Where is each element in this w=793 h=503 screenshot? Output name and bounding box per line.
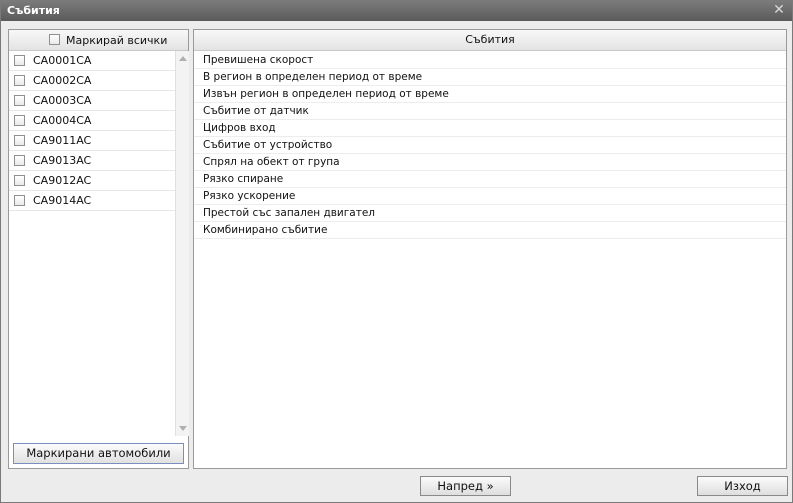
vehicle-label: CA9011AC xyxy=(33,134,92,147)
vehicle-checkbox[interactable] xyxy=(14,55,25,66)
vehicle-label: CA0002CA xyxy=(33,74,92,87)
event-item[interactable]: В регион в определен период от време xyxy=(194,69,786,86)
events-dialog: Събития ✕ Маркирай всички CA0001CA CA000… xyxy=(0,0,793,503)
vehicle-list-header: Маркирай всички xyxy=(9,30,188,51)
event-item[interactable]: Събитие от датчик xyxy=(194,103,786,120)
vehicle-label: CA9012AC xyxy=(33,174,92,187)
vehicle-item[interactable]: CA9014AC xyxy=(9,191,175,211)
exit-button[interactable]: Изход xyxy=(697,476,788,496)
vehicle-list: CA0001CA CA0002CA CA0003CA CA0004CA CA90… xyxy=(9,51,175,211)
vehicle-label: CA0003CA xyxy=(33,94,92,107)
vehicle-checkbox[interactable] xyxy=(14,135,25,146)
event-item[interactable]: Рязко ускорение xyxy=(194,188,786,205)
vehicle-checkbox[interactable] xyxy=(14,175,25,186)
vehicle-list-scrollbar[interactable] xyxy=(175,51,189,436)
vehicle-label: CA9013AC xyxy=(33,154,92,167)
select-all-checkbox[interactable] xyxy=(49,34,60,45)
event-item[interactable]: Извън регион в определен период от време xyxy=(194,86,786,103)
event-item[interactable]: Престой със запален двигател xyxy=(194,205,786,222)
next-button[interactable]: Напред » xyxy=(420,476,511,496)
vehicle-checkbox[interactable] xyxy=(14,195,25,206)
vehicle-item[interactable]: CA0004CA xyxy=(9,111,175,131)
event-item[interactable]: Превишена скорост xyxy=(194,52,786,69)
events-panel: Събития Превишена скорост В регион в опр… xyxy=(193,29,787,469)
scroll-up-icon[interactable] xyxy=(179,56,187,61)
event-item[interactable]: Комбинирано събитие xyxy=(194,222,786,239)
vehicle-item[interactable]: CA9012AC xyxy=(9,171,175,191)
marked-vehicles-button[interactable]: Маркирани автомобили xyxy=(13,443,184,464)
vehicle-item[interactable]: CA0002CA xyxy=(9,71,175,91)
vehicle-label: CA0004CA xyxy=(33,114,92,127)
close-icon[interactable]: ✕ xyxy=(772,2,786,18)
vehicle-item[interactable]: CA0003CA xyxy=(9,91,175,111)
event-item[interactable]: Рязко спиране xyxy=(194,171,786,188)
event-list: Превишена скорост В регион в определен п… xyxy=(194,52,786,239)
select-all-label[interactable]: Маркирай всички xyxy=(66,34,167,47)
vehicle-label: CA0001CA xyxy=(33,54,92,67)
vehicle-item[interactable]: CA9011AC xyxy=(9,131,175,151)
title-bar: Събития ✕ xyxy=(1,1,792,21)
vehicle-checkbox[interactable] xyxy=(14,155,25,166)
vehicle-item[interactable]: CA9013AC xyxy=(9,151,175,171)
vehicle-panel: Маркирай всички CA0001CA CA0002CA CA0003… xyxy=(8,29,189,469)
events-list-header: Събития xyxy=(194,30,786,51)
event-item[interactable]: Спрял на обект от група xyxy=(194,154,786,171)
vehicle-checkbox[interactable] xyxy=(14,95,25,106)
vehicle-checkbox[interactable] xyxy=(14,115,25,126)
event-item[interactable]: Цифров вход xyxy=(194,120,786,137)
dialog-title: Събития xyxy=(7,4,60,17)
vehicle-label: CA9014AC xyxy=(33,194,92,207)
vehicle-checkbox[interactable] xyxy=(14,75,25,86)
scroll-down-icon[interactable] xyxy=(179,426,187,431)
event-item[interactable]: Събитие от устройство xyxy=(194,137,786,154)
vehicle-item[interactable]: CA0001CA xyxy=(9,51,175,71)
